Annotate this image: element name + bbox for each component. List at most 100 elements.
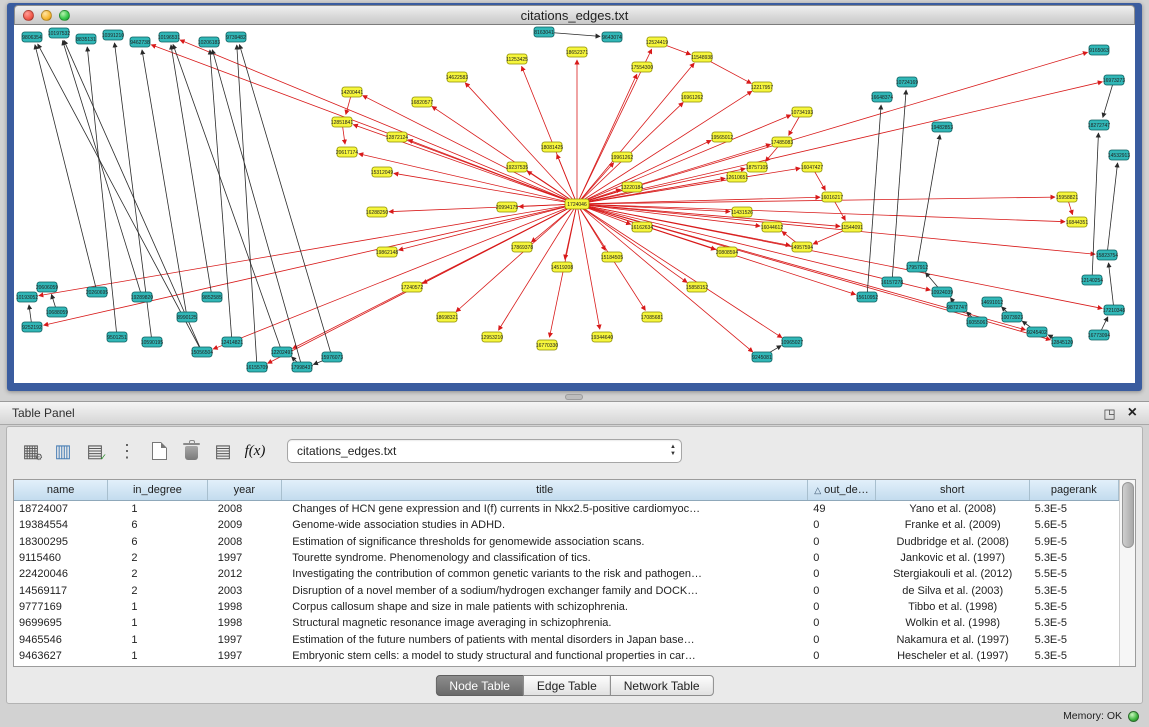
cell-year[interactable]: 2012 [208, 568, 283, 580]
graph-node[interactable]: 8990125 [177, 312, 197, 322]
table-row[interactable]: 1830029562008Estimation of significance … [14, 534, 1119, 550]
cell-pagerank[interactable]: 5.9E-5 [1030, 536, 1119, 548]
graph-node[interactable]: 19344640 [591, 332, 613, 342]
cell-pagerank[interactable]: 5.3E-5 [1030, 650, 1119, 662]
graph-edge[interactable] [212, 50, 302, 367]
graph-node[interactable]: 13220184 [621, 182, 643, 192]
graph-node[interactable]: 17957912 [906, 262, 928, 272]
graph-node[interactable]: 15056504 [191, 347, 213, 357]
graph-node[interactable]: 17240572 [401, 282, 423, 292]
graph-edge[interactable] [577, 82, 1102, 204]
graph-node[interactable]: 16648374 [871, 92, 893, 102]
graph-node[interactable]: 11548938 [691, 52, 713, 62]
graph-edge[interactable] [180, 40, 577, 204]
cell-year[interactable]: 2008 [208, 536, 283, 548]
graph-node[interactable]: 11431526 [731, 207, 753, 217]
graph-node[interactable]: 11253425 [506, 54, 528, 64]
graph-node[interactable]: 9739482 [226, 32, 246, 42]
graph-node[interactable]: 19289820 [131, 292, 153, 302]
graph-node[interactable]: 11544091 [841, 222, 863, 232]
graph-edge[interactable] [39, 204, 577, 296]
cell-short[interactable]: Tibbo et al. (1998) [876, 601, 1030, 613]
minimize-window-button[interactable] [41, 10, 52, 21]
table-scrollbar[interactable] [1119, 480, 1135, 666]
table-row[interactable]: 1938455462009Genome-wide association stu… [14, 517, 1119, 533]
cell-out_degree[interactable]: 0 [808, 552, 876, 564]
graph-edge[interactable] [173, 45, 282, 352]
graph-edge[interactable] [1103, 80, 1114, 117]
cell-out_degree[interactable]: 0 [808, 634, 876, 646]
graph-edge[interactable] [577, 52, 1087, 204]
graph-node[interactable]: 20260695 [86, 287, 108, 297]
column-header-pagerank[interactable]: pagerank [1030, 480, 1119, 500]
graph-node[interactable]: 16162634 [631, 222, 653, 232]
zoom-window-button[interactable] [59, 10, 70, 21]
cell-year[interactable]: 2008 [208, 503, 283, 515]
graph-node[interactable]: 19565012 [711, 132, 733, 142]
graph-node[interactable]: 15184505 [601, 252, 623, 262]
cell-year[interactable]: 1997 [208, 634, 283, 646]
cell-out_degree[interactable]: 49 [808, 503, 876, 515]
column-header-title[interactable]: title [282, 480, 808, 500]
table-mode-icon[interactable]: ▦⚙ [17, 437, 45, 465]
network-window-titlebar[interactable]: citations_edges.txt [14, 5, 1135, 25]
graph-node[interactable]: 10724169 [896, 77, 918, 87]
graph-node[interactable]: 10193052 [16, 292, 38, 302]
cell-in_degree[interactable]: 2 [108, 568, 207, 580]
delete-column-icon[interactable] [177, 437, 205, 465]
cell-in_degree[interactable]: 1 [108, 503, 207, 515]
cell-short[interactable]: de Silva et al. (2003) [876, 585, 1030, 597]
table-row[interactable]: 946362711997Embryonic stem cells: a mode… [14, 648, 1119, 664]
column-header-short[interactable]: short [876, 480, 1030, 500]
graph-node[interactable]: 16773094 [1088, 330, 1110, 340]
graph-node[interactable]: 8163041 [534, 27, 554, 37]
graph-node[interactable]: 16157278 [881, 277, 903, 287]
graph-node[interactable]: 9245402 [1027, 327, 1047, 337]
tab-edge-table[interactable]: Edge Table [523, 675, 611, 696]
cell-name[interactable]: 22420046 [14, 568, 108, 580]
graph-edge[interactable] [1107, 163, 1118, 255]
cell-in_degree[interactable]: 1 [108, 601, 207, 613]
graph-node[interactable]: 18698321 [436, 312, 458, 322]
graph-node[interactable]: 15312049 [371, 167, 393, 177]
cell-out_degree[interactable]: 0 [808, 617, 876, 629]
graph-node[interactable]: 18272747 [1088, 120, 1110, 130]
graph-node[interactable]: 10965027 [781, 337, 803, 347]
table-row[interactable]: 2242004622012Investigating the contribut… [14, 566, 1119, 582]
graph-node[interactable]: 18757105 [746, 162, 768, 172]
cell-out_degree[interactable]: 0 [808, 519, 876, 531]
split-pane-handle[interactable] [565, 394, 583, 400]
cell-in_degree[interactable]: 6 [108, 536, 207, 548]
graph-node[interactable]: 15976073 [321, 352, 343, 362]
column-header-year[interactable]: year [208, 480, 282, 500]
graph-node[interactable]: 12610651 [726, 172, 748, 182]
column-header-in_degree[interactable]: in_degree [108, 480, 207, 500]
graph-node[interactable]: 12845120 [1051, 337, 1073, 347]
graph-edge[interactable] [892, 90, 906, 282]
graph-node[interactable]: 16044612 [761, 222, 783, 232]
cell-year[interactable]: 1997 [208, 552, 283, 564]
cell-out_degree[interactable]: 0 [808, 536, 876, 548]
graph-node[interactable]: 19961262 [611, 152, 633, 162]
graph-node[interactable]: 16973273 [1103, 75, 1125, 85]
graph-node[interactable]: 20994175 [496, 202, 518, 212]
graph-node[interactable]: 8835131 [76, 34, 96, 44]
graph-node[interactable]: 17085681 [641, 312, 663, 322]
graph-node[interactable]: 17485083 [771, 137, 793, 147]
graph-edge[interactable] [35, 45, 97, 292]
cell-in_degree[interactable]: 1 [108, 617, 207, 629]
cell-name[interactable]: 9699695 [14, 617, 108, 629]
function-builder-icon[interactable]: f(x) [241, 437, 269, 465]
cell-year[interactable]: 1997 [208, 650, 283, 662]
graph-node[interactable]: 12872124 [386, 132, 408, 142]
graph-node[interactable]: 10391210 [102, 30, 124, 40]
cell-title[interactable]: Embryonic stem cells: a model to study s… [282, 650, 808, 662]
graph-node[interactable]: 16288250 [366, 207, 388, 217]
show-columns-icon[interactable]: ▥ [49, 437, 77, 465]
graph-node[interactable]: 16961262 [681, 92, 703, 102]
graph-edge[interactable] [577, 204, 753, 352]
graph-node[interactable]: 16016217 [821, 192, 843, 202]
float-panel-icon[interactable]: ◳ [1103, 407, 1115, 420]
graph-node[interactable]: 18652371 [566, 47, 588, 57]
graph-node[interactable]: 17869378 [511, 242, 533, 252]
